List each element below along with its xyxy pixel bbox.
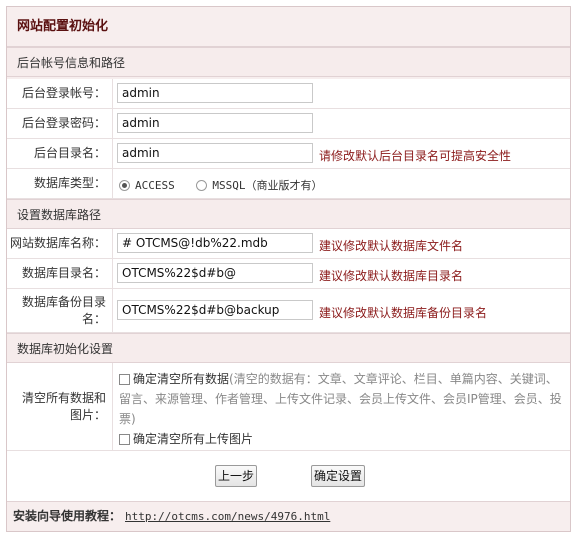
section-init-header: 数据库初始化设置 [7, 333, 570, 363]
db-backup-hint: 建议修改默认数据库备份目录名 [319, 306, 488, 320]
section-db-header: 设置数据库路径 [7, 199, 570, 229]
db-name-row: 网站数据库名称： # OTCMS@!db%22.mdb 建议修改默认数据库文件名 [7, 229, 570, 259]
clear-images-label: 确定清空所有上传图片 [133, 432, 254, 446]
clear-row: 清空所有数据和图片： 确定清空所有数据(清空的数据有：文章、文章评论、栏目、单篇… [7, 363, 570, 451]
db-type-mssql-radio[interactable] [196, 180, 208, 191]
db-backup-label: 数据库备份目录名： [7, 289, 113, 332]
admin-pwd-input[interactable]: admin [117, 113, 313, 133]
clear-data-label: 确定清空所有数据 [133, 372, 230, 386]
db-type-label: 数据库类型： [7, 169, 113, 198]
clear-data-checkbox[interactable] [119, 374, 130, 385]
tutorial-link[interactable]: http://otcms.com/news/4976.html [125, 510, 330, 523]
page-title: 网站配置初始化 [7, 7, 570, 47]
clear-images-checkbox[interactable] [119, 434, 130, 445]
admin-user-label: 后台登录帐号： [7, 79, 113, 108]
admin-dir-input[interactable]: admin [117, 143, 313, 163]
db-dir-hint: 建议修改默认数据库目录名 [319, 269, 464, 283]
install-config-panel: 网站配置初始化 后台帐号信息和路径 后台登录帐号： admin 后台登录密码： … [6, 6, 571, 532]
db-type-access-label: ACCESS [135, 179, 175, 192]
admin-dir-label: 后台目录名： [7, 139, 113, 168]
db-backup-input[interactable]: OTCMS%22$d#b@backup [117, 300, 313, 320]
confirm-button[interactable]: 确定设置 [311, 465, 365, 487]
section-admin-header: 后台帐号信息和路径 [7, 47, 570, 77]
db-backup-row: 数据库备份目录名： OTCMS%22$d#b@backup 建议修改默认数据库备… [7, 289, 570, 333]
button-bar: 上一步 确定设置 [7, 451, 570, 501]
admin-user-input[interactable]: admin [117, 83, 313, 103]
footer: 安装向导使用教程： http://otcms.com/news/4976.html [7, 501, 570, 529]
clear-label: 清空所有数据和图片： [7, 363, 113, 450]
footer-label: 安装向导使用教程： [13, 509, 122, 523]
admin-pwd-label: 后台登录密码： [7, 109, 113, 138]
db-type-access-radio[interactable] [119, 180, 130, 191]
db-name-label: 网站数据库名称： [7, 229, 113, 258]
db-type-mssql-label: MSSQL（商业版才有） [212, 179, 323, 192]
db-dir-input[interactable]: OTCMS%22$d#b@ [117, 263, 313, 283]
admin-dir-row: 后台目录名： admin 请修改默认后台目录名可提高安全性 [7, 139, 570, 169]
db-name-input[interactable]: # OTCMS@!db%22.mdb [117, 233, 313, 253]
admin-pwd-row: 后台登录密码： admin [7, 109, 570, 139]
prev-button[interactable]: 上一步 [215, 465, 257, 487]
db-type-row: 数据库类型： ACCESS MSSQL（商业版才有） [7, 169, 570, 199]
admin-dir-hint: 请修改默认后台目录名可提高安全性 [319, 149, 512, 163]
db-dir-label: 数据库目录名： [7, 259, 113, 288]
db-dir-row: 数据库目录名： OTCMS%22$d#b@ 建议修改默认数据库目录名 [7, 259, 570, 289]
db-name-hint: 建议修改默认数据库文件名 [319, 239, 464, 253]
admin-user-row: 后台登录帐号： admin [7, 79, 570, 109]
